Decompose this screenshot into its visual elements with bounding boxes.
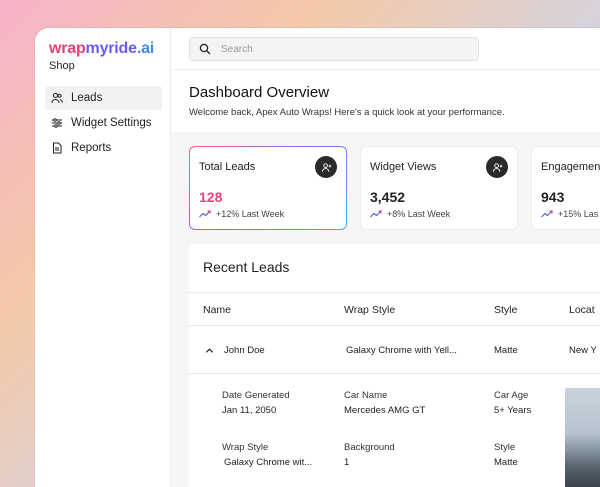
- page-header: Dashboard Overview Welcome back, Apex Au…: [171, 70, 600, 132]
- stat-card-engagement[interactable]: Engagemen 943 +15% Las: [531, 146, 600, 230]
- card-trend: +15% Las: [541, 209, 598, 219]
- detail-label: Car Age: [494, 390, 529, 401]
- top-bar: [171, 28, 600, 70]
- column-header-style[interactable]: Style: [494, 304, 517, 316]
- search-icon: [199, 43, 211, 55]
- table-row[interactable]: John Doe Galaxy Chrome with Yell... Matt…: [189, 326, 600, 374]
- page-subtitle: Welcome back, Apex Auto Wraps! Here's a …: [189, 107, 505, 118]
- detail-label: Car Name: [344, 390, 388, 401]
- column-header-name[interactable]: Name: [203, 304, 231, 316]
- cell-name: John Doe: [224, 345, 265, 356]
- lead-detail: Date Generated Jan 11, 2050 Car Name Mer…: [189, 374, 600, 487]
- sidebar-item-label: Widget Settings: [71, 117, 152, 129]
- search-box[interactable]: [189, 37, 479, 61]
- sidebar-nav: Leads Widget Settings Reports: [45, 86, 162, 161]
- stat-card-total-leads[interactable]: Total Leads 128 +12% Last Week: [189, 146, 347, 230]
- sidebar-item-leads[interactable]: Leads: [45, 86, 162, 110]
- sidebar-item-reports[interactable]: Reports: [45, 136, 162, 160]
- search-input[interactable]: [221, 43, 461, 55]
- detail-value: Galaxy Chrome wit...: [224, 457, 313, 468]
- column-header-wrap-style[interactable]: Wrap Style: [344, 304, 395, 316]
- card-value: 128: [199, 189, 223, 205]
- chevron-up-icon[interactable]: [205, 346, 214, 355]
- detail-value: Mercedes AMG GT: [344, 405, 426, 416]
- car-image: [565, 388, 600, 487]
- detail-value: Matte: [494, 457, 518, 468]
- recent-leads-panel: Recent Leads Name Wrap Style Style Locat…: [189, 244, 600, 487]
- detail-label: Style: [494, 442, 516, 453]
- detail-label: Wrap Style: [222, 442, 269, 453]
- detail-value: 5+ Years: [494, 405, 532, 416]
- detail-value: 1: [344, 457, 350, 468]
- app-window: wrapmyride.ai Shop Leads Widget Settings…: [35, 28, 600, 487]
- users-icon: [51, 93, 63, 104]
- sidebar-item-widget-settings[interactable]: Widget Settings: [45, 111, 162, 135]
- document-icon: [53, 142, 62, 154]
- sidebar-item-label: Leads: [71, 92, 103, 104]
- card-title: Engagemen: [541, 161, 600, 173]
- card-trend: +8% Last Week: [370, 209, 450, 219]
- main-content: Dashboard Overview Welcome back, Apex Au…: [171, 28, 600, 487]
- page-title: Dashboard Overview: [189, 84, 330, 101]
- card-title: Widget Views: [370, 161, 437, 173]
- card-value: 3,452: [370, 189, 406, 205]
- column-header-location[interactable]: Locat: [569, 304, 595, 316]
- trend-up-icon: [199, 210, 211, 218]
- card-value: 943: [541, 189, 565, 205]
- brand-logo[interactable]: wrapmyride.ai: [49, 40, 154, 58]
- card-trend: +12% Last Week: [199, 209, 284, 219]
- add-user-icon[interactable]: [315, 156, 337, 178]
- cell-location: New Y: [569, 345, 597, 356]
- trend-up-icon: [370, 210, 382, 218]
- table-header: Name Wrap Style Style Locat: [189, 292, 600, 326]
- detail-label: Date Generated: [222, 390, 290, 401]
- sliders-icon: [52, 118, 62, 128]
- trend-up-icon: [541, 210, 553, 218]
- detail-value: Jan 11, 2050: [222, 405, 277, 416]
- stat-card-widget-views[interactable]: Widget Views 3,452 +8% Last Week: [360, 146, 518, 230]
- card-title: Total Leads: [199, 161, 256, 173]
- shop-label: Shop: [49, 60, 75, 72]
- sidebar: wrapmyride.ai Shop Leads Widget Settings…: [35, 28, 171, 487]
- cell-style: Matte: [494, 345, 518, 356]
- add-user-icon[interactable]: [486, 156, 508, 178]
- sidebar-item-label: Reports: [71, 142, 112, 154]
- cell-wrap-style: Galaxy Chrome with Yell...: [346, 345, 457, 356]
- section-title: Recent Leads: [203, 259, 290, 275]
- detail-label: Background: [344, 442, 395, 453]
